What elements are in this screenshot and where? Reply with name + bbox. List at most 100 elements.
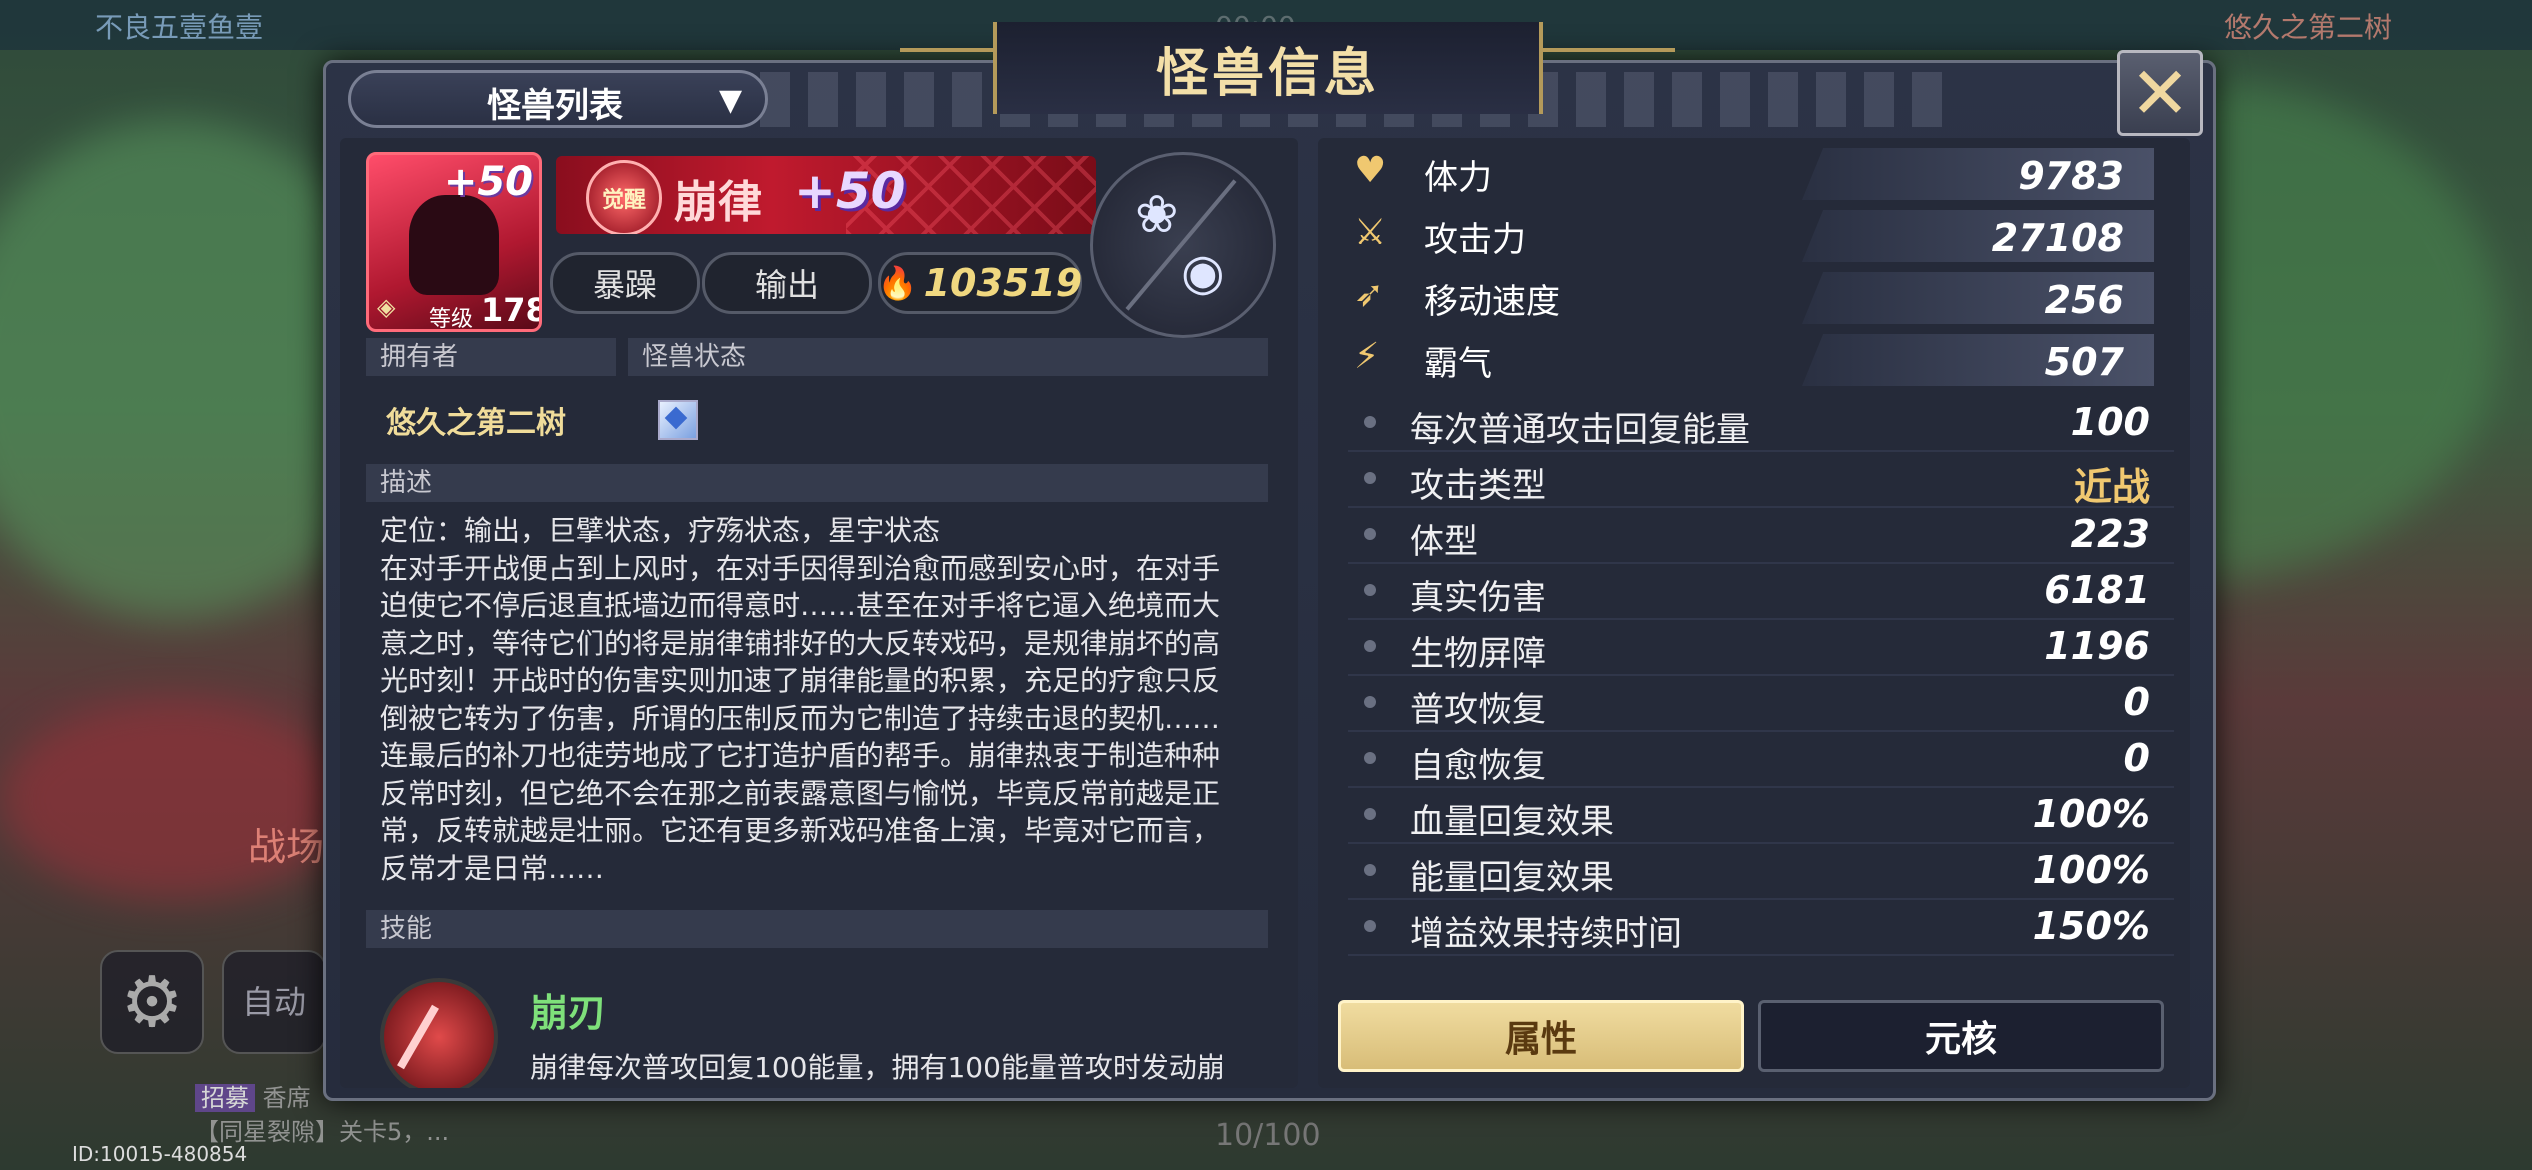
stat-label: 体力 bbox=[1424, 158, 1492, 198]
chat-line: 招募 香席 bbox=[195, 1078, 311, 1113]
sub-stat-row: 自愈恢复 0 bbox=[1348, 730, 2174, 788]
sub-stat-row: 增益效果持续时间 150% bbox=[1348, 898, 2174, 956]
stat-value-box: 256 bbox=[1802, 272, 2154, 324]
auto-button[interactable]: 自动 bbox=[222, 950, 326, 1054]
fire-icon: 🔥 bbox=[877, 264, 918, 302]
skill-header: 技能 bbox=[366, 910, 1268, 948]
power-tag: 🔥 103519 bbox=[878, 252, 1082, 314]
bullet-icon bbox=[1364, 472, 1376, 484]
left-info-column: +50 ◈ 等级 178 觉醒 崩律 +50 暴躁 输出 🔥 103519 ❀ … bbox=[340, 138, 1298, 1088]
stat-value: 100 bbox=[2070, 400, 2150, 444]
stat-value: 100% bbox=[2032, 792, 2150, 836]
stat-value: 6181 bbox=[2044, 568, 2150, 612]
sub-stat-row: 攻击类型 近战 bbox=[1348, 450, 2174, 509]
stat-value: 223 bbox=[2070, 512, 2150, 556]
awaken-badge: 觉醒 bbox=[586, 160, 662, 234]
monster-name-banner: 觉醒 崩律 +50 bbox=[556, 156, 1096, 234]
bullet-icon bbox=[1364, 584, 1376, 596]
core-medal[interactable]: ❀ ◉ bbox=[1090, 152, 1276, 338]
heart-icon: ♥ bbox=[1354, 150, 1387, 191]
stat-value-box: 507 bbox=[1802, 334, 2154, 386]
stat-attack: ⚔ 攻击力 27108 bbox=[1332, 206, 2176, 264]
stat-label: 血量回复效果 bbox=[1410, 802, 1614, 842]
role-label: 输出 bbox=[754, 266, 819, 304]
title-banner: 怪兽信息 bbox=[993, 22, 1543, 114]
power-value: 103519 bbox=[923, 261, 1083, 305]
desc-line: 反常时刻，但它绝不会在那之前表露意图与愉悦，毕竟反常前越是正 bbox=[380, 776, 1221, 810]
bullet-icon bbox=[1364, 808, 1376, 820]
stat-value: 近战 bbox=[2073, 465, 2150, 509]
stat-value: 507 bbox=[2044, 340, 2124, 384]
stat-value: 27108 bbox=[1991, 216, 2124, 260]
monster-list-dropdown[interactable]: 怪兽列表 ▼ bbox=[348, 70, 768, 128]
status-header-label: 怪兽状态 bbox=[642, 342, 747, 372]
close-icon: ✕ bbox=[2129, 51, 2191, 135]
stat-value-box: 9783 bbox=[1802, 148, 2154, 200]
monster-silhouette bbox=[409, 195, 499, 295]
stat-label: 增益效果持续时间 bbox=[1410, 914, 1682, 954]
boot-icon: ➶ bbox=[1354, 274, 1385, 315]
top-left-player: 不良五壹鱼壹 bbox=[95, 11, 264, 44]
stat-speed: ➶ 移动速度 256 bbox=[1332, 268, 2176, 326]
role-tag: 输出 bbox=[702, 252, 872, 314]
portrait-plus: +50 bbox=[443, 159, 533, 205]
owner-name: 悠久之第二树 bbox=[386, 406, 566, 441]
desc-line: 迫使它不停后退直抵墙边而得意时……甚至在对手将它逼入绝境而大 bbox=[380, 589, 1221, 622]
stat-value: 150% bbox=[2032, 904, 2150, 948]
level-label: 等级 bbox=[429, 307, 474, 332]
stat-label: 能量回复效果 bbox=[1410, 858, 1614, 898]
trait-label: 暴躁 bbox=[592, 266, 657, 304]
bullet-icon bbox=[1364, 864, 1376, 876]
skill-icon[interactable] bbox=[380, 978, 498, 1088]
monster-portrait[interactable]: +50 ◈ 等级 178 bbox=[366, 152, 542, 332]
monster-name-plus: +50 bbox=[794, 162, 906, 220]
stat-label: 自愈恢复 bbox=[1410, 746, 1546, 786]
sub-stat-row: 体型 223 bbox=[1348, 506, 2174, 564]
trait-tag: 暴躁 bbox=[550, 252, 700, 314]
stat-hp: ♥ 体力 9783 bbox=[1332, 144, 2176, 202]
tab-label: 元核 bbox=[1924, 1019, 1997, 1060]
status-effect-icon[interactable] bbox=[658, 400, 698, 440]
description-header-label: 描述 bbox=[380, 468, 433, 498]
tab-core[interactable]: 元核 bbox=[1758, 1000, 2164, 1072]
stat-label: 真实伤害 bbox=[1410, 578, 1546, 618]
stat-value: 0 bbox=[2123, 680, 2150, 724]
bullet-icon bbox=[1364, 528, 1376, 540]
owner-header: 拥有者 bbox=[366, 338, 616, 376]
stat-value-box: 27108 bbox=[1802, 210, 2154, 262]
settings-button[interactable]: ⚙ bbox=[100, 950, 204, 1054]
sub-stat-row: 普攻恢复 0 bbox=[1348, 674, 2174, 732]
description-header: 描述 bbox=[366, 464, 1268, 502]
stat-domination: ⚡ 霸气 507 bbox=[1332, 330, 2176, 388]
gear-icon: ⚙ bbox=[120, 961, 184, 1043]
sub-stat-row: 血量回复效果 100% bbox=[1348, 786, 2174, 844]
claw-icon: ⚡ bbox=[1354, 336, 1380, 377]
stat-label: 生物屏障 bbox=[1410, 634, 1546, 674]
stat-value: 0 bbox=[2123, 736, 2150, 780]
bullet-icon bbox=[1364, 640, 1376, 652]
desc-line: 在对手开战便占到上风时，在对手因得到治愈而感到安心时，在对手 bbox=[380, 551, 1221, 585]
chat-tag: 招募 bbox=[195, 1084, 255, 1112]
stat-label: 普攻恢复 bbox=[1410, 690, 1546, 730]
stat-label: 体型 bbox=[1410, 522, 1478, 562]
skill-header-label: 技能 bbox=[380, 914, 433, 944]
stat-label: 攻击力 bbox=[1424, 220, 1526, 260]
desc-line: 倒被它转为了伤害，所谓的压制反而为它制造了持续击退的契机…… bbox=[380, 701, 1221, 735]
close-button[interactable]: ✕ bbox=[2117, 50, 2203, 136]
chat-text: 香席 bbox=[262, 1084, 311, 1112]
tab-attributes[interactable]: 属性 bbox=[1338, 1000, 1744, 1072]
bullet-icon bbox=[1364, 920, 1376, 932]
auto-label: 自动 bbox=[241, 983, 306, 1021]
top-right-player: 悠久之第二树 bbox=[2223, 11, 2392, 44]
stats-column: ♥ 体力 9783 ⚔ 攻击力 27108 ➶ 移动速度 256 ⚡ 霸气 50… bbox=[1318, 138, 2190, 1088]
level-value: 178 bbox=[481, 291, 542, 329]
title-wing-right bbox=[1535, 48, 1675, 52]
orb-spirit-icon: ◉ bbox=[1181, 243, 1225, 301]
level-diamond-icon: ◈ bbox=[377, 293, 396, 321]
desc-line: 定位：输出，巨擘状态，疗殇状态，星宇状态 bbox=[380, 514, 941, 547]
owner-header-label: 拥有者 bbox=[380, 342, 459, 372]
status-header: 怪兽状态 bbox=[628, 338, 1268, 376]
tab-label: 属性 bbox=[1504, 1019, 1577, 1060]
fox-spirit-icon: ❀ bbox=[1135, 185, 1179, 245]
bullet-icon bbox=[1364, 416, 1376, 428]
